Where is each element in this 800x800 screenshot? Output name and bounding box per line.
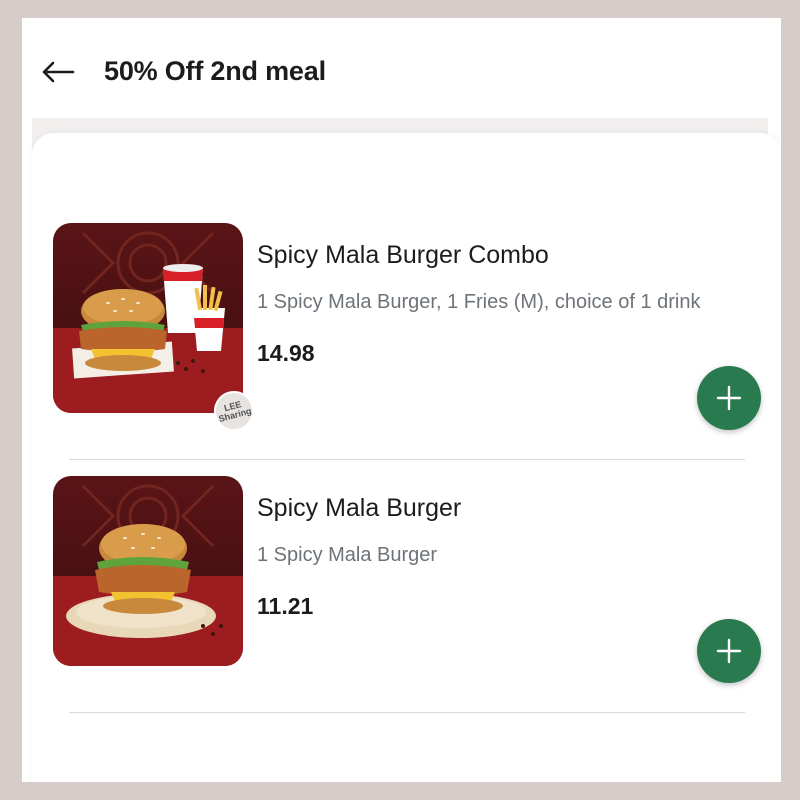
back-arrow-icon: [42, 61, 75, 83]
add-to-cart-button[interactable]: [697, 619, 761, 683]
app-screen: 50% Off 2nd meal LEE Sharing Spicy Mala …: [22, 18, 781, 782]
plus-icon: [716, 638, 742, 664]
page-title: 50% Off 2nd meal: [104, 56, 326, 86]
product-name: Spicy Mala Burger: [257, 494, 462, 522]
product-image[interactable]: [53, 476, 243, 666]
product-list: LEE Sharing Spicy Mala Burger Combo 1 Sp…: [32, 133, 781, 782]
product-price: 14.98: [257, 340, 315, 366]
product-image[interactable]: [53, 223, 243, 413]
divider: [69, 712, 745, 713]
header: 50% Off 2nd meal: [22, 18, 781, 126]
combo-photo-illustration: [53, 223, 243, 413]
product-price: 11.21: [257, 593, 314, 619]
list-item[interactable]: Spicy Mala Burger 1 Spicy Mala Burger 11…: [32, 386, 772, 683]
burger-photo-illustration: [53, 476, 243, 666]
list-item[interactable]: LEE Sharing Spicy Mala Burger Combo 1 Sp…: [32, 133, 772, 436]
product-description: 1 Spicy Mala Burger: [257, 544, 438, 566]
product-description: 1 Spicy Mala Burger, 1 Fries (M), choice…: [257, 291, 701, 313]
back-button[interactable]: [38, 52, 78, 92]
product-name: Spicy Mala Burger Combo: [257, 241, 549, 269]
